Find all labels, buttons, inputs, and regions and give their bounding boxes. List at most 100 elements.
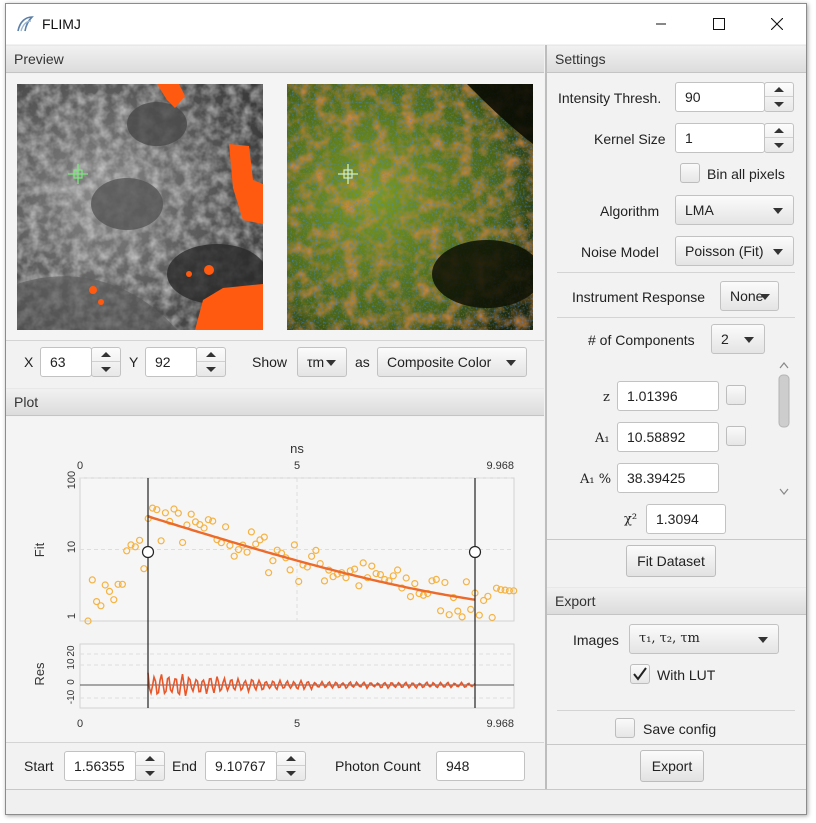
minimize-button[interactable] <box>632 4 690 44</box>
decrement-icon <box>145 770 155 776</box>
close-icon <box>771 18 783 30</box>
fiji-logo-icon <box>17 16 34 32</box>
intensity-thresh-field[interactable]: 90 <box>675 82 765 112</box>
param-a1-fix-checkbox[interactable] <box>726 426 746 446</box>
show-value: τm <box>307 354 325 370</box>
components-combo[interactable]: 2 <box>711 324 765 354</box>
y-spinner[interactable] <box>196 347 226 377</box>
maximize-button[interactable] <box>690 4 748 44</box>
top-axis-title: ns <box>290 441 304 456</box>
window-title: FLIMJ <box>42 16 81 32</box>
res-ytick-20: 20 <box>66 645 77 657</box>
kernel-size-label: Kernel Size <box>594 131 666 147</box>
increment-icon <box>206 352 216 357</box>
y-label: Y <box>129 354 139 370</box>
decrement-icon <box>286 770 296 776</box>
close-button[interactable] <box>748 4 806 44</box>
minimize-icon <box>656 23 666 25</box>
start-spinner[interactable] <box>135 751 165 781</box>
chi-squared-label: χ² <box>624 512 638 527</box>
param-z-fix-checkbox[interactable] <box>726 385 746 405</box>
fit-axis-label: Fit <box>32 542 47 557</box>
param-a1-field[interactable]: 10.58892 <box>617 422 719 452</box>
photon-count-field[interactable]: 948 <box>436 751 525 781</box>
x-spinner[interactable] <box>91 347 121 377</box>
params-scrollbar[interactable] <box>777 360 791 497</box>
fit-dataset-button[interactable]: Fit Dataset <box>626 545 716 577</box>
end-cursor-handle[interactable] <box>468 545 482 559</box>
bin-all-pixels-checkbox[interactable] <box>680 163 700 183</box>
kernel-size-spinner[interactable] <box>764 123 794 153</box>
x-field[interactable]: 63 <box>40 347 92 377</box>
algorithm-combo[interactable]: LMA <box>675 195 794 225</box>
param-z-label: z <box>603 390 610 405</box>
algorithm-value: LMA <box>685 202 714 218</box>
start-cursor-handle[interactable] <box>141 545 155 559</box>
dropdown-arrow-icon <box>758 637 768 643</box>
param-a1-percent-label: A₁ % <box>580 472 612 487</box>
x-label: X <box>24 354 34 370</box>
photon-count-label: Photon Count <box>335 758 421 774</box>
top-tick-0: 0 <box>77 460 83 472</box>
fit-ytick-10: 10 <box>66 541 78 553</box>
decrement-icon <box>774 101 784 107</box>
top-tick-1: 5 <box>294 460 300 472</box>
decay-plot[interactable]: ns 0 5 9.968 100 10 1 Fit 20 10 0 -10 Re… <box>6 417 544 742</box>
preview-panel <box>6 74 544 340</box>
decrement-icon <box>774 142 784 148</box>
instrument-response-value: None <box>730 288 764 304</box>
settings-header: Settings <box>547 45 806 73</box>
end-field[interactable]: 9.10767 <box>205 751 277 781</box>
res-ytick-10: 10 <box>66 658 77 670</box>
instrument-response-combo[interactable]: None <box>720 281 779 311</box>
export-button[interactable]: Export <box>640 750 704 782</box>
param-z-field[interactable]: 1.01396 <box>617 381 719 411</box>
images-value: τ₁, τ₂, τm <box>639 631 700 646</box>
chi-squared-field[interactable]: 1.3094 <box>646 504 726 534</box>
save-config-label: Save config <box>643 721 717 737</box>
end-spinner[interactable] <box>276 751 306 781</box>
with-lut-checkbox[interactable] <box>630 664 650 684</box>
components-value: 2 <box>721 331 729 347</box>
bottom-tick-2: 9.968 <box>486 718 514 730</box>
components-label: # of Components <box>588 332 695 348</box>
lifetime-image[interactable] <box>287 84 533 330</box>
fit-ytick-1: 1 <box>66 613 78 619</box>
increment-icon <box>286 756 296 761</box>
start-label: Start <box>24 758 54 774</box>
res-ytick-neg10: -10 <box>66 689 77 704</box>
intensity-thresh-label: Intensity Thresh. <box>558 90 662 106</box>
intensity-thresh-spinner[interactable] <box>764 82 794 112</box>
dropdown-arrow-icon <box>744 337 754 343</box>
increment-icon <box>145 756 155 761</box>
end-label: End <box>172 758 197 774</box>
as-combo[interactable]: Composite Color <box>377 347 527 377</box>
kernel-size-field[interactable]: 1 <box>675 123 765 153</box>
param-a1-label: A₁ <box>595 431 610 446</box>
noise-model-label: Noise Model <box>581 244 659 260</box>
as-label: as <box>355 354 370 370</box>
export-header: Export <box>547 587 806 615</box>
dropdown-arrow-icon <box>773 208 783 214</box>
bottom-tick-0: 0 <box>77 718 83 730</box>
noise-model-combo[interactable]: Poisson (Fit) <box>675 236 794 266</box>
scrollbar-thumb[interactable] <box>778 374 790 428</box>
intensity-image[interactable] <box>17 84 263 330</box>
decrement-icon <box>206 366 216 372</box>
checkmark-icon <box>633 667 647 681</box>
save-config-checkbox[interactable] <box>615 718 635 738</box>
status-bar <box>6 789 806 814</box>
plot-panel: ns 0 5 9.968 100 10 1 Fit 20 10 0 -10 Re… <box>6 417 544 742</box>
bin-all-pixels-label: Bin all pixels <box>707 166 785 182</box>
vertical-splitter[interactable] <box>545 45 547 789</box>
y-field[interactable]: 92 <box>145 347 197 377</box>
as-value: Composite Color <box>387 354 492 370</box>
title-bar: FLIMJ <box>6 4 806 44</box>
show-combo[interactable]: τm <box>297 347 347 377</box>
param-a1-percent-field[interactable]: 38.39425 <box>617 463 719 493</box>
images-label: Images <box>573 632 619 648</box>
noise-model-value: Poisson (Fit) <box>685 243 764 259</box>
with-lut-label: With LUT <box>657 667 716 683</box>
start-field[interactable]: 1.56355 <box>64 751 136 781</box>
images-combo[interactable]: τ₁, τ₂, τm <box>629 624 779 654</box>
